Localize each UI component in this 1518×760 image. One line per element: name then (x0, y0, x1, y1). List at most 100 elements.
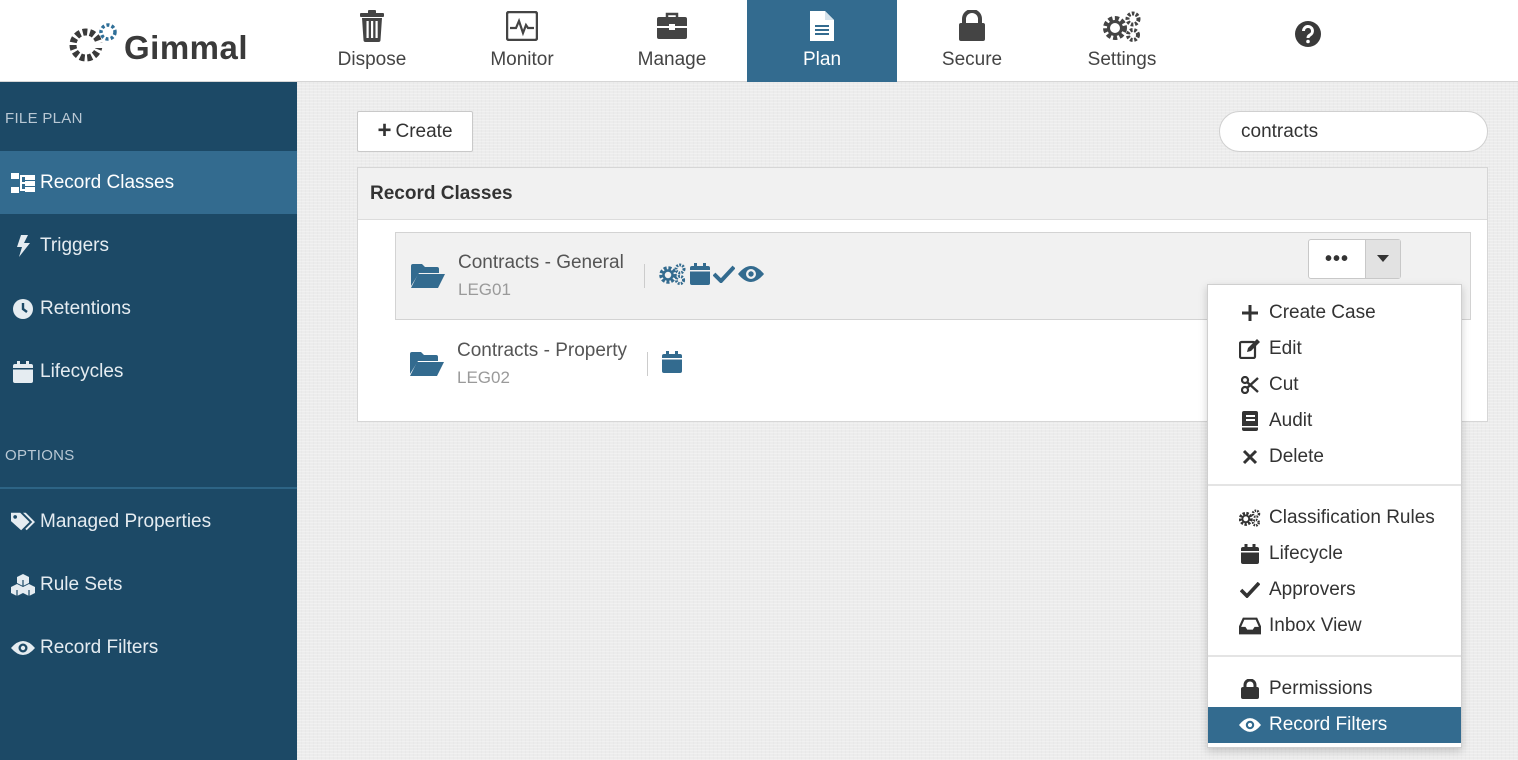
gimmal-logo[interactable]: Gimmal (68, 14, 248, 68)
sidebar-item-label: Record Classes (40, 171, 175, 193)
menu-item-cut[interactable]: Cut (1208, 367, 1461, 403)
logo-text: Gimmal (124, 29, 249, 66)
clock-icon (11, 298, 35, 320)
plus-icon (1239, 304, 1261, 322)
sidebar-item-label: Record Filters (40, 636, 159, 658)
cogs-icon (1239, 508, 1261, 528)
sidebar-item-label: Rule Sets (40, 573, 123, 595)
check-icon (1239, 582, 1261, 598)
cubes-icon (11, 573, 35, 596)
top-navigation-bar: Gimmal Dispose Monitor Manage Plan Secur… (0, 0, 1518, 82)
sidebar-item-label: Triggers (40, 234, 109, 256)
nav-label: Manage (637, 49, 707, 70)
calendar-icon (1239, 544, 1261, 564)
sidebar-item-rule-sets[interactable]: Rule Sets (0, 553, 297, 616)
briefcase-icon (656, 9, 688, 43)
bolt-icon (11, 234, 35, 257)
nav-monitor[interactable]: Monitor (447, 0, 597, 82)
eye-icon (1239, 717, 1261, 733)
menu-item-label: Record Filters (1269, 714, 1388, 735)
plus-icon: + (377, 116, 392, 144)
cogs-icon (1101, 9, 1143, 43)
nav-secure[interactable]: Secure (897, 0, 1047, 82)
calendar-icon[interactable] (689, 262, 710, 290)
menu-item-create-case[interactable]: Create Case (1208, 295, 1461, 331)
record-class-code: LEG01 (458, 280, 511, 299)
actions-split-button: ••• (1308, 239, 1401, 279)
nav-label: Monitor (490, 49, 554, 70)
lock-icon (958, 9, 986, 43)
sidebar: FILE PLAN Record Classes Triggers Retent… (0, 82, 297, 760)
caret-down-icon (1377, 255, 1389, 262)
create-button[interactable]: + Create (357, 111, 473, 152)
document-icon (810, 9, 834, 43)
record-class-name[interactable]: Contracts - General (458, 252, 624, 274)
menu-item-label: Approvers (1269, 579, 1356, 600)
record-class-name[interactable]: Contracts - Property (457, 340, 627, 362)
menu-item-record-filters[interactable]: Record Filters (1208, 707, 1461, 743)
record-class-titles: Contracts - General LEG01 (458, 252, 624, 300)
menu-item-permissions[interactable]: Permissions (1208, 671, 1461, 707)
menu-item-delete[interactable]: Delete (1208, 439, 1461, 475)
sidebar-item-record-filters[interactable]: Record Filters (0, 616, 297, 679)
nav-label: Plan (802, 49, 842, 70)
menu-item-label: Delete (1269, 446, 1324, 467)
menu-item-label: Create Case (1269, 302, 1376, 323)
menu-item-classification-rules[interactable]: Classification Rules (1208, 500, 1461, 536)
question-circle-icon[interactable] (1294, 20, 1322, 48)
menu-item-lifecycle[interactable]: Lifecycle (1208, 536, 1461, 572)
record-class-code: LEG02 (457, 368, 510, 387)
record-class-titles: Contracts - Property LEG02 (457, 340, 627, 388)
gear-logo-icon (69, 23, 117, 62)
menu-item-label: Audit (1269, 410, 1313, 431)
nav-dispose[interactable]: Dispose (297, 0, 447, 82)
menu-item-inbox-view[interactable]: Inbox View (1208, 608, 1461, 644)
trash-icon (359, 9, 385, 43)
eye-icon[interactable] (737, 265, 764, 288)
panel-title: Record Classes (358, 168, 1487, 220)
eye-icon (11, 640, 35, 656)
menu-item-label: Edit (1269, 338, 1302, 359)
row-badges (659, 262, 764, 290)
nav-label: Dispose (337, 49, 407, 70)
sidebar-item-retentions[interactable]: Retentions (0, 277, 297, 340)
menu-item-audit[interactable]: Audit (1208, 403, 1461, 439)
menu-item-label: Cut (1269, 374, 1299, 395)
separator (643, 264, 645, 288)
separator (647, 352, 648, 376)
row-badges (662, 350, 682, 378)
check-icon[interactable] (712, 265, 736, 288)
menu-item-label: Inbox View (1269, 615, 1362, 636)
menu-item-label: Lifecycle (1269, 543, 1343, 564)
inbox-icon (1239, 617, 1261, 635)
sidebar-item-label: Lifecycles (40, 360, 124, 382)
nav-settings[interactable]: Settings (1047, 0, 1197, 82)
more-actions-button[interactable]: ••• (1309, 240, 1366, 278)
book-icon (1239, 411, 1261, 431)
options-heading: OPTIONS (5, 447, 75, 464)
sidebar-item-record-classes[interactable]: Record Classes (0, 151, 297, 214)
folder-open-icon (410, 352, 444, 376)
menu-item-label: Permissions (1269, 678, 1373, 699)
calendar-icon[interactable] (662, 350, 682, 378)
sidebar-item-managed-properties[interactable]: Managed Properties (0, 490, 297, 553)
sitemap-icon (11, 172, 35, 193)
folder-open-icon (411, 264, 445, 288)
sidebar-divider (0, 487, 297, 489)
menu-item-approvers[interactable]: Approvers (1208, 572, 1461, 608)
monitor-icon (506, 9, 538, 43)
sidebar-item-label: Managed Properties (40, 510, 212, 532)
edit-icon (1239, 339, 1261, 359)
search-input[interactable] (1219, 111, 1488, 152)
dropdown-toggle-button[interactable] (1366, 240, 1400, 278)
menu-divider (1208, 655, 1461, 657)
sidebar-item-label: Retentions (40, 297, 131, 319)
menu-item-edit[interactable]: Edit (1208, 331, 1461, 367)
sidebar-item-lifecycles[interactable]: Lifecycles (0, 340, 297, 403)
nav-manage[interactable]: Manage (597, 0, 747, 82)
sidebar-item-triggers[interactable]: Triggers (0, 214, 297, 277)
nav-plan[interactable]: Plan (747, 0, 897, 82)
scissors-icon (1239, 376, 1261, 394)
cogs-icon[interactable] (659, 263, 687, 290)
actions-dropdown-menu: Create Case Edit Cut Audit Delete Classi… (1207, 284, 1462, 748)
